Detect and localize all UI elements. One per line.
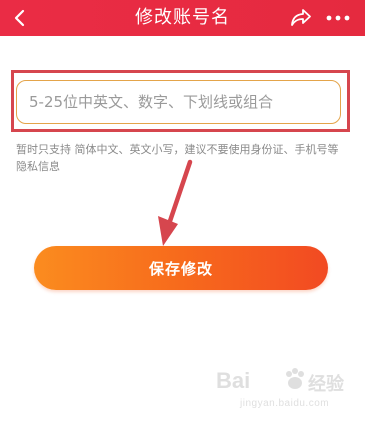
watermark-url: jingyan.baidu.com [240,398,330,409]
share-icon [291,9,311,26]
more-button[interactable] [320,4,356,32]
watermark-cn: 经验 [308,374,344,395]
paw-icon [286,368,304,389]
annotation-arrow [158,159,193,246]
baidu-watermark: Bai 经验 jingyan.baidu.com [216,362,356,414]
watermark-brand: Bai [216,368,251,393]
app-header: 修改账号名 [0,0,365,36]
share-button[interactable] [287,4,315,32]
account-name-input[interactable] [16,80,341,124]
save-button[interactable]: 保存修改 [34,246,328,290]
more-icon [326,15,350,21]
